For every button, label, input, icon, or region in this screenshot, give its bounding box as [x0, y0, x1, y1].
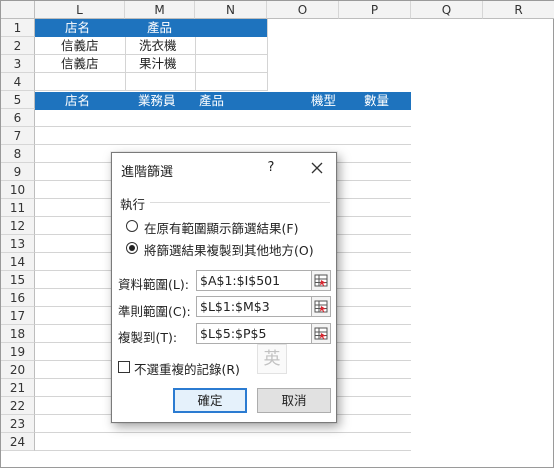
column-header-M[interactable]: M: [125, 1, 195, 19]
select-all-corner[interactable]: [1, 1, 35, 19]
gridline: [267, 19, 268, 91]
output-header-salesperson[interactable]: 業務員: [138, 92, 176, 110]
cancel-button[interactable]: 取消: [257, 388, 331, 413]
row-header[interactable]: 8: [1, 145, 35, 163]
list-range-input[interactable]: $A$1:$I$501: [196, 270, 312, 291]
copy-to-location-label[interactable]: 將篩選結果複製到其他地方(O): [144, 240, 314, 259]
group-divider: [150, 202, 330, 203]
row-header[interactable]: 9: [1, 163, 35, 181]
filter-in-place-label[interactable]: 在原有範圍顯示篩選結果(F): [144, 218, 298, 237]
criteria-header-product[interactable]: 產品: [147, 19, 172, 37]
row-header[interactable]: 23: [1, 415, 35, 433]
column-header-R[interactable]: R: [483, 1, 554, 19]
dialog-title: 進階篩選: [121, 165, 174, 180]
list-range-picker-button[interactable]: [311, 270, 331, 291]
criteria-range-picker-button[interactable]: [311, 296, 331, 317]
criteria-cell[interactable]: 信義店: [61, 37, 99, 55]
row-header[interactable]: 2: [1, 37, 35, 55]
range-picker-icon: [314, 327, 328, 340]
output-header-store[interactable]: 店名: [65, 92, 90, 110]
criteria-cell[interactable]: 洗衣機: [139, 37, 177, 55]
row-header[interactable]: 17: [1, 307, 35, 325]
gridline: [35, 126, 411, 127]
row-header[interactable]: 21: [1, 379, 35, 397]
help-button[interactable]: ?: [264, 159, 278, 177]
column-header-P[interactable]: P: [339, 1, 411, 19]
row-header[interactable]: 5: [1, 91, 35, 109]
filter-in-place-radio[interactable]: [126, 220, 138, 232]
gridline: [35, 90, 267, 91]
close-button[interactable]: [306, 157, 328, 179]
copy-to-input[interactable]: $L$5:$P$5: [196, 323, 312, 344]
column-header-L[interactable]: L: [35, 1, 125, 19]
ok-button[interactable]: 確定: [173, 388, 247, 413]
criteria-header-store[interactable]: 店名: [65, 19, 90, 37]
row-header[interactable]: 20: [1, 361, 35, 379]
criteria-range-input[interactable]: $L$1:$M$3: [196, 296, 312, 317]
list-range-label: 資料範圍(L):: [118, 277, 189, 292]
criteria-cell[interactable]: 果汁機: [139, 55, 177, 73]
row-header[interactable]: 18: [1, 325, 35, 343]
unique-records-checkbox[interactable]: [118, 361, 130, 373]
copy-to-location-radio[interactable]: [126, 242, 138, 254]
row-header[interactable]: 24: [1, 433, 35, 451]
row-header[interactable]: 4: [1, 73, 35, 91]
row-header[interactable]: 11: [1, 199, 35, 217]
row-header[interactable]: 22: [1, 397, 35, 415]
advanced-filter-dialog: 進階篩選 ? 執行 在原有範圍顯示篩選結果(F) 將篩選結果複製到其他地方(O)…: [111, 152, 337, 423]
range-picker-icon: [314, 300, 328, 313]
column-header-N[interactable]: N: [195, 1, 267, 19]
column-header-Q[interactable]: Q: [411, 1, 483, 19]
row-header[interactable]: 13: [1, 235, 35, 253]
row-header[interactable]: 19: [1, 343, 35, 361]
column-header-O[interactable]: O: [267, 1, 339, 19]
row-header[interactable]: 1: [1, 19, 35, 37]
row-header[interactable]: 16: [1, 289, 35, 307]
range-picker-icon: [314, 274, 328, 287]
gridline: [35, 450, 411, 451]
row-header[interactable]: 7: [1, 127, 35, 145]
output-header-quantity[interactable]: 數量: [364, 92, 389, 110]
criteria-cell[interactable]: 信義店: [61, 55, 99, 73]
gridline: [35, 432, 411, 433]
copy-to-picker-button[interactable]: [311, 323, 331, 344]
output-header-model[interactable]: 機型: [311, 92, 336, 110]
unique-records-label[interactable]: 不選重複的記錄(R): [134, 359, 240, 378]
output-header-product[interactable]: 產品: [199, 92, 224, 110]
row-header[interactable]: 14: [1, 253, 35, 271]
row-header[interactable]: 15: [1, 271, 35, 289]
close-icon: [311, 162, 323, 174]
row-header[interactable]: 3: [1, 55, 35, 73]
row-header[interactable]: 6: [1, 109, 35, 127]
ime-mode-indicator: 英: [257, 344, 287, 374]
copy-to-label: 複製到(T):: [118, 330, 178, 345]
radio-selected-dot: [129, 245, 135, 251]
gridline: [35, 144, 411, 145]
action-group-label: 執行: [120, 197, 146, 212]
row-header[interactable]: 10: [1, 181, 35, 199]
row-header[interactable]: 12: [1, 217, 35, 235]
criteria-range-label: 準則範圍(C):: [118, 304, 191, 319]
